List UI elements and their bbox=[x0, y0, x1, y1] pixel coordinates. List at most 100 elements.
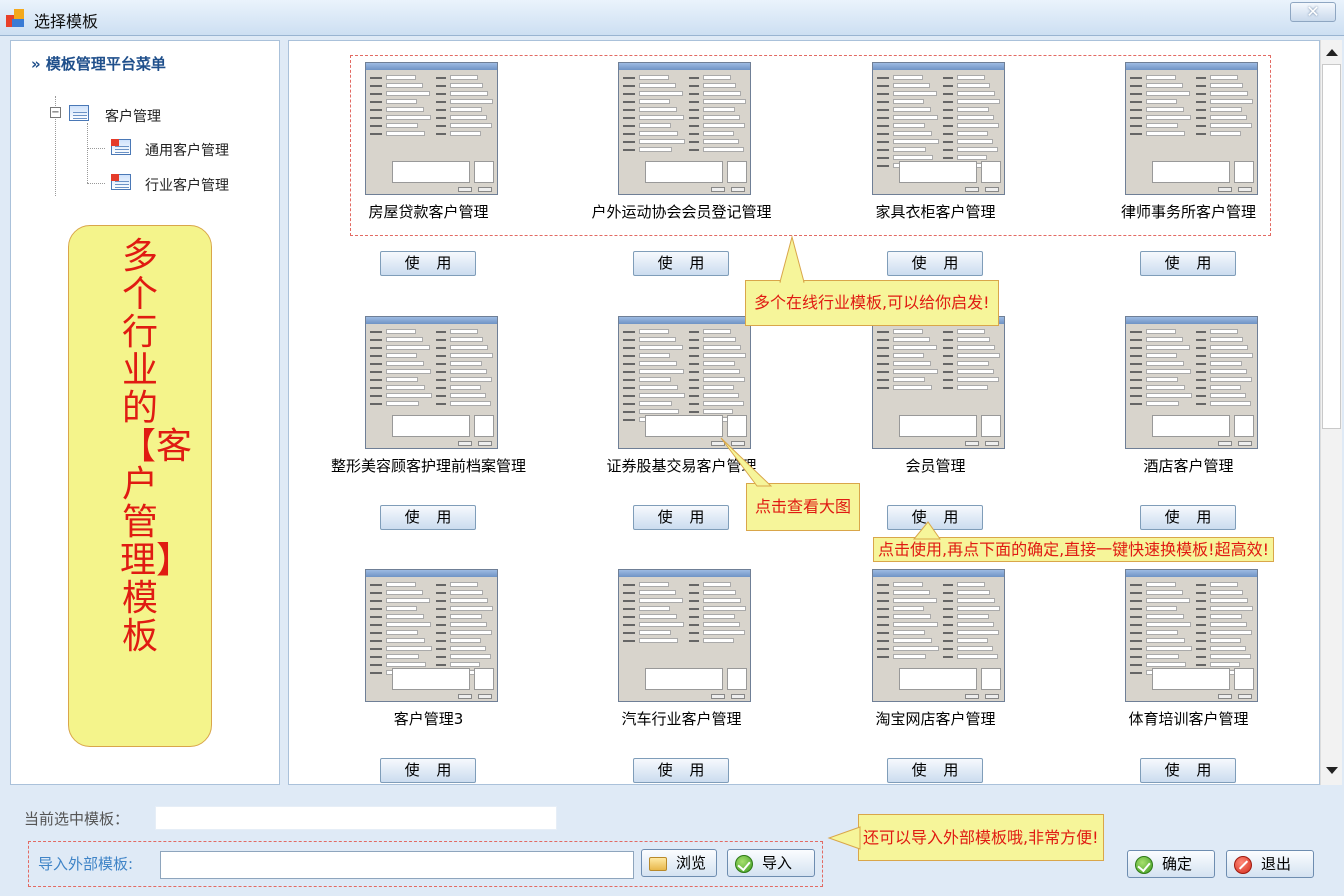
template-thumbnail[interactable] bbox=[872, 316, 1005, 449]
scroll-down-arrow-icon[interactable] bbox=[1326, 767, 1338, 774]
thumbnail-detail bbox=[877, 93, 889, 95]
thumbnail-detail bbox=[893, 377, 925, 382]
thumbnail-detail bbox=[1238, 187, 1252, 192]
use-template-button[interactable]: 使 用 bbox=[380, 505, 476, 530]
thumbnail-detail bbox=[370, 624, 382, 626]
scroll-up-arrow-icon[interactable] bbox=[1326, 49, 1338, 56]
thumbnail-detail bbox=[370, 331, 382, 333]
thumbnail-detail bbox=[386, 654, 419, 659]
use-template-button[interactable]: 使 用 bbox=[633, 505, 729, 530]
tree-collapse-toggle[interactable]: − bbox=[50, 107, 61, 118]
scroll-thumb[interactable] bbox=[1322, 64, 1341, 429]
table-icon bbox=[69, 105, 89, 121]
thumbnail-detail bbox=[1234, 415, 1254, 437]
thumbnail-detail bbox=[1130, 403, 1142, 405]
thumbnail-detail bbox=[450, 337, 483, 342]
thumbnail-detail bbox=[957, 107, 989, 112]
use-template-button[interactable]: 使 用 bbox=[887, 251, 983, 276]
import-path-input[interactable] bbox=[160, 851, 634, 879]
template-thumbnail[interactable] bbox=[365, 316, 498, 449]
thumbnail-detail bbox=[436, 363, 446, 365]
thumbnail-detail bbox=[639, 638, 678, 643]
thumbnail-detail bbox=[370, 109, 382, 111]
template-name: 客户管理3 bbox=[393, 710, 464, 728]
thumbnail-detail bbox=[639, 409, 679, 414]
thumbnail-detail bbox=[1130, 387, 1142, 389]
template-thumbnail[interactable] bbox=[1125, 62, 1258, 195]
thumbnail-detail bbox=[893, 361, 931, 366]
tree-item-general-customer[interactable]: 通用客户管理 bbox=[145, 140, 229, 160]
thumbnail-detail bbox=[370, 371, 382, 373]
thumbnail-detail bbox=[943, 133, 953, 135]
thumbnail-detail bbox=[711, 187, 725, 192]
thumbnail-detail bbox=[639, 401, 672, 406]
thumbnail-detail bbox=[703, 75, 731, 80]
use-template-button[interactable]: 使 用 bbox=[380, 758, 476, 783]
thumbnail-detail bbox=[450, 353, 493, 358]
template-thumbnail[interactable] bbox=[872, 62, 1005, 195]
thumbnail-detail bbox=[639, 590, 676, 595]
tree-item-industry-customer[interactable]: 行业客户管理 bbox=[145, 175, 229, 195]
browse-button[interactable]: 浏览 bbox=[641, 849, 717, 877]
vertical-scrollbar[interactable] bbox=[1320, 40, 1342, 785]
tree-item-customer-management[interactable]: 客户管理 bbox=[105, 106, 161, 126]
thumbnail-detail bbox=[957, 590, 990, 595]
thumbnail-detail bbox=[893, 353, 924, 358]
thumbnail-detail bbox=[703, 329, 731, 334]
thumbnail-detail bbox=[366, 63, 497, 70]
thumbnail-detail bbox=[436, 77, 446, 79]
template-thumbnail[interactable] bbox=[365, 569, 498, 702]
thumbnail-detail bbox=[877, 648, 889, 650]
thumbnail-detail bbox=[957, 345, 995, 350]
template-thumbnail[interactable] bbox=[618, 569, 751, 702]
thumbnail-detail bbox=[639, 337, 676, 342]
thumbnail-detail bbox=[623, 85, 635, 87]
use-template-button[interactable]: 使 用 bbox=[1140, 758, 1236, 783]
thumbnail-detail bbox=[623, 133, 635, 135]
import-button[interactable]: 导入 bbox=[727, 849, 815, 877]
thumbnail-detail bbox=[386, 83, 423, 88]
use-template-button[interactable]: 使 用 bbox=[633, 251, 729, 276]
thumbnail-detail bbox=[689, 411, 699, 413]
template-thumbnail[interactable] bbox=[618, 316, 751, 449]
thumbnail-detail bbox=[450, 123, 492, 128]
thumbnail-detail bbox=[370, 85, 382, 87]
thumbnail-detail bbox=[450, 329, 478, 334]
template-thumbnail[interactable] bbox=[618, 62, 751, 195]
template-thumbnail[interactable] bbox=[1125, 316, 1258, 449]
use-template-button[interactable]: 使 用 bbox=[633, 758, 729, 783]
thumbnail-detail bbox=[1146, 393, 1192, 398]
template-thumbnail[interactable] bbox=[872, 569, 1005, 702]
thumbnail-detail bbox=[957, 582, 985, 587]
thumbnail-detail bbox=[370, 656, 382, 658]
thumbnail-detail bbox=[1130, 93, 1142, 95]
thumbnail-detail bbox=[893, 614, 931, 619]
template-card: 客户管理3 使 用 bbox=[302, 569, 555, 809]
thumbnail-detail bbox=[386, 131, 425, 136]
thumbnail-detail bbox=[877, 387, 889, 389]
close-button[interactable]: ✕ bbox=[1290, 2, 1336, 22]
ok-button[interactable]: 确定 bbox=[1127, 850, 1215, 878]
thumbnail-detail bbox=[1196, 371, 1206, 373]
thumbnail-detail bbox=[1210, 75, 1238, 80]
current-template-field bbox=[155, 806, 557, 830]
use-template-button[interactable]: 使 用 bbox=[1140, 505, 1236, 530]
thumbnail-detail bbox=[436, 403, 446, 405]
thumbnail-detail bbox=[873, 570, 1004, 577]
template-thumbnail[interactable] bbox=[365, 62, 498, 195]
thumbnail-detail bbox=[386, 638, 425, 643]
thumbnail-detail bbox=[1238, 441, 1252, 446]
use-template-button[interactable]: 使 用 bbox=[380, 251, 476, 276]
use-template-button[interactable]: 使 用 bbox=[1140, 251, 1236, 276]
exit-button[interactable]: 退出 bbox=[1226, 850, 1314, 878]
use-template-button[interactable]: 使 用 bbox=[887, 758, 983, 783]
thumbnail-detail bbox=[370, 355, 382, 357]
thumbnail-detail bbox=[450, 91, 488, 96]
thumbnail-detail bbox=[1196, 648, 1206, 650]
thumbnail-detail bbox=[1234, 161, 1254, 183]
thumbnail-detail bbox=[1146, 337, 1183, 342]
template-thumbnail[interactable] bbox=[1125, 569, 1258, 702]
thumbnail-detail bbox=[1130, 77, 1142, 79]
thumbnail-detail bbox=[957, 123, 999, 128]
thumbnail-detail bbox=[893, 598, 937, 603]
